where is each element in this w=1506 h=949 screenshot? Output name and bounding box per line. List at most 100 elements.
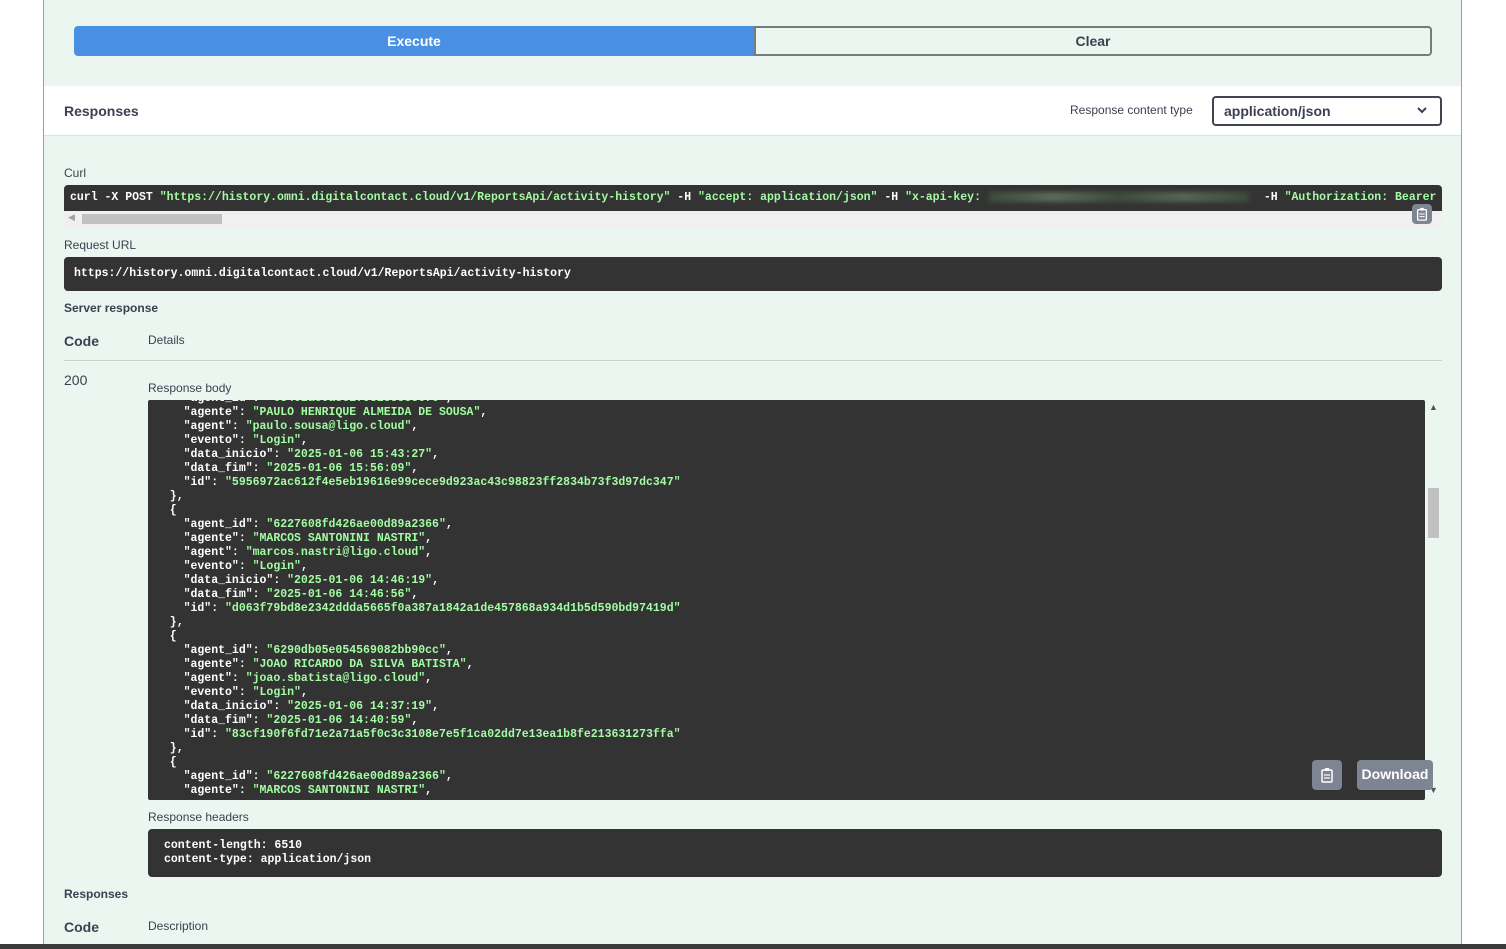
json-punctuation: , bbox=[425, 532, 433, 545]
chevron-down-icon bbox=[1416, 98, 1428, 133]
json-punctuation: , bbox=[432, 448, 439, 461]
response-body-line: "evento": "Login", bbox=[156, 686, 681, 700]
json-value: "2025-01-06 14:40:59" bbox=[266, 714, 412, 727]
json-punctuation: , bbox=[411, 588, 419, 601]
curl-horizontal-scrollbar[interactable]: ◀ bbox=[64, 211, 1442, 227]
curl-command[interactable]: curl -X POST "https://history.omni.digit… bbox=[64, 185, 1442, 211]
redacted-api-key bbox=[988, 191, 1249, 202]
json-key: "agent_id": bbox=[156, 644, 267, 657]
responses-code-header: Code bbox=[64, 919, 99, 935]
json-value: "6227608fd426ae00d89a2366" bbox=[266, 770, 446, 783]
response-body-line: "agent_id": "6227608fd426ae00d89a2366", bbox=[156, 770, 681, 784]
json-value: "6290db05e054569082bb90cc" bbox=[266, 644, 446, 657]
response-body-line: "agente": "PAULO HENRIQUE ALMEIDA DE SOU… bbox=[156, 406, 681, 420]
response-body-line: "agente": "MARCOS SANTONINI NASTRI", bbox=[156, 784, 681, 798]
json-key: }, bbox=[156, 616, 184, 629]
response-code: 200 bbox=[64, 372, 88, 388]
json-key: "evento": bbox=[156, 560, 253, 573]
json-value: "6227608fd426ae00d89a2366" bbox=[266, 518, 446, 531]
response-body-line: "agent_id": "6227608fd426ae00d89a2366", bbox=[156, 518, 681, 532]
response-body-label: Response body bbox=[148, 381, 232, 395]
responses-title: Responses bbox=[64, 103, 139, 119]
json-punctuation: , bbox=[411, 420, 419, 433]
curl-flag-1: -H bbox=[670, 191, 699, 204]
json-punctuation: , bbox=[446, 400, 453, 405]
json-key: "data_fim": bbox=[156, 714, 267, 727]
execute-button[interactable]: Execute bbox=[74, 26, 754, 56]
json-value: "5956972ac612f4e5eb19616e99cece9d923ac43… bbox=[225, 476, 681, 489]
response-content-type-value: application/json bbox=[1224, 103, 1331, 119]
scrollbar-thumb[interactable] bbox=[82, 214, 222, 224]
code-column-header: Code bbox=[64, 333, 99, 349]
json-key: "data_inicio": bbox=[156, 448, 288, 461]
curl-flag-3: -H bbox=[1256, 191, 1285, 204]
response-headers-label: Response headers bbox=[148, 810, 249, 824]
download-button[interactable]: Download bbox=[1357, 760, 1433, 790]
json-value: "joao.sbatista@ligo.cloud" bbox=[245, 672, 426, 685]
response-body-line: }, bbox=[156, 742, 681, 756]
request-url-value: https://history.omni.digitalcontact.clou… bbox=[64, 257, 1442, 291]
scrollbar-thumb[interactable] bbox=[1428, 488, 1439, 538]
json-key: "agente": bbox=[156, 406, 253, 419]
json-key: "agent_id": bbox=[156, 770, 267, 783]
curl-auth-header: "Authorization: Bearer eyJhbGciOi bbox=[1284, 191, 1442, 204]
json-key: "id": bbox=[156, 476, 226, 489]
responses-description-header: Description bbox=[148, 919, 209, 933]
json-value: "Login" bbox=[252, 560, 301, 573]
json-key: "agent_id": bbox=[156, 400, 266, 405]
curl-label: Curl bbox=[64, 166, 87, 180]
response-body-line: "data_fim": "2025-01-06 14:46:56", bbox=[156, 588, 681, 602]
json-key: "evento": bbox=[156, 434, 253, 447]
clipboard-icon bbox=[1321, 768, 1333, 783]
response-body-line: }, bbox=[156, 616, 681, 630]
json-value: "2025-01-06 14:37:19" bbox=[287, 700, 433, 713]
copy-curl-button[interactable] bbox=[1412, 204, 1432, 224]
curl-accept-header: "accept: application/json" bbox=[698, 191, 878, 204]
scroll-up-arrow-icon[interactable]: ▲ bbox=[1429, 402, 1438, 412]
response-body-line: "agent": "marcos.nastri@ligo.cloud", bbox=[156, 546, 681, 560]
response-body-line: "data_fim": "2025-01-06 15:56:09", bbox=[156, 462, 681, 476]
response-body[interactable]: "agent_id": "63402ae0a562f98255555670", … bbox=[148, 400, 1425, 800]
json-punctuation: , bbox=[445, 644, 453, 657]
copy-response-button[interactable] bbox=[1312, 760, 1342, 790]
json-key: "data_fim": bbox=[156, 588, 267, 601]
responses-header: Responses Response content type applicat… bbox=[44, 86, 1461, 136]
response-body-line: "evento": "Login", bbox=[156, 434, 681, 448]
response-body-line: "id": "5956972ac612f4e5eb19616e99cece9d9… bbox=[156, 476, 681, 490]
json-key: { bbox=[156, 630, 177, 643]
response-body-line: "data_inicio": "2025-01-06 14:37:19", bbox=[156, 700, 681, 714]
json-value: "63402ae0a562f98255555670" bbox=[266, 400, 445, 405]
clear-button[interactable]: Clear bbox=[754, 26, 1432, 56]
response-body-line: "data_inicio": "2025-01-06 15:43:27", bbox=[156, 448, 681, 462]
response-content-type-label: Response content type bbox=[1070, 103, 1193, 117]
response-body-text: "agent_id": "63402ae0a562f98255555670", … bbox=[156, 400, 681, 798]
json-punctuation: , bbox=[411, 714, 419, 727]
json-value: "JOAO RICARDO DA SILVA BATISTA" bbox=[252, 658, 467, 671]
json-key: "agente": bbox=[156, 784, 253, 797]
json-key: "agent": bbox=[156, 672, 246, 685]
json-punctuation: , bbox=[300, 434, 308, 447]
request-url-label: Request URL bbox=[64, 238, 137, 252]
json-key: "data_inicio": bbox=[156, 574, 288, 587]
json-value: "2025-01-06 15:43:27" bbox=[287, 448, 433, 461]
json-key: { bbox=[156, 504, 177, 517]
json-punctuation: , bbox=[300, 560, 308, 573]
response-body-line: }, bbox=[156, 490, 681, 504]
json-key: { bbox=[156, 756, 177, 769]
json-value: "paulo.sousa@ligo.cloud" bbox=[245, 420, 412, 433]
scroll-left-arrow-icon[interactable]: ◀ bbox=[68, 212, 75, 223]
json-value: "2025-01-06 14:46:19" bbox=[287, 574, 433, 587]
clipboard-icon bbox=[1416, 207, 1428, 221]
response-body-line: { bbox=[156, 630, 681, 644]
json-key: "agente": bbox=[156, 658, 253, 671]
server-response-label: Server response bbox=[64, 301, 159, 315]
json-punctuation: , bbox=[432, 700, 439, 713]
json-punctuation: , bbox=[425, 672, 433, 685]
json-key: "data_fim": bbox=[156, 462, 267, 475]
response-body-vertical-scrollbar[interactable]: ▲ ▼ bbox=[1425, 400, 1442, 800]
response-content-type-select[interactable]: application/json bbox=[1212, 96, 1442, 126]
details-column-header: Details bbox=[148, 333, 185, 347]
json-value: "d063f79bd8e2342ddda5665f0a387a1842a1de4… bbox=[225, 602, 681, 615]
response-body-line: "evento": "Login", bbox=[156, 560, 681, 574]
response-body-line: "agente": "MARCOS SANTONINI NASTRI", bbox=[156, 532, 681, 546]
